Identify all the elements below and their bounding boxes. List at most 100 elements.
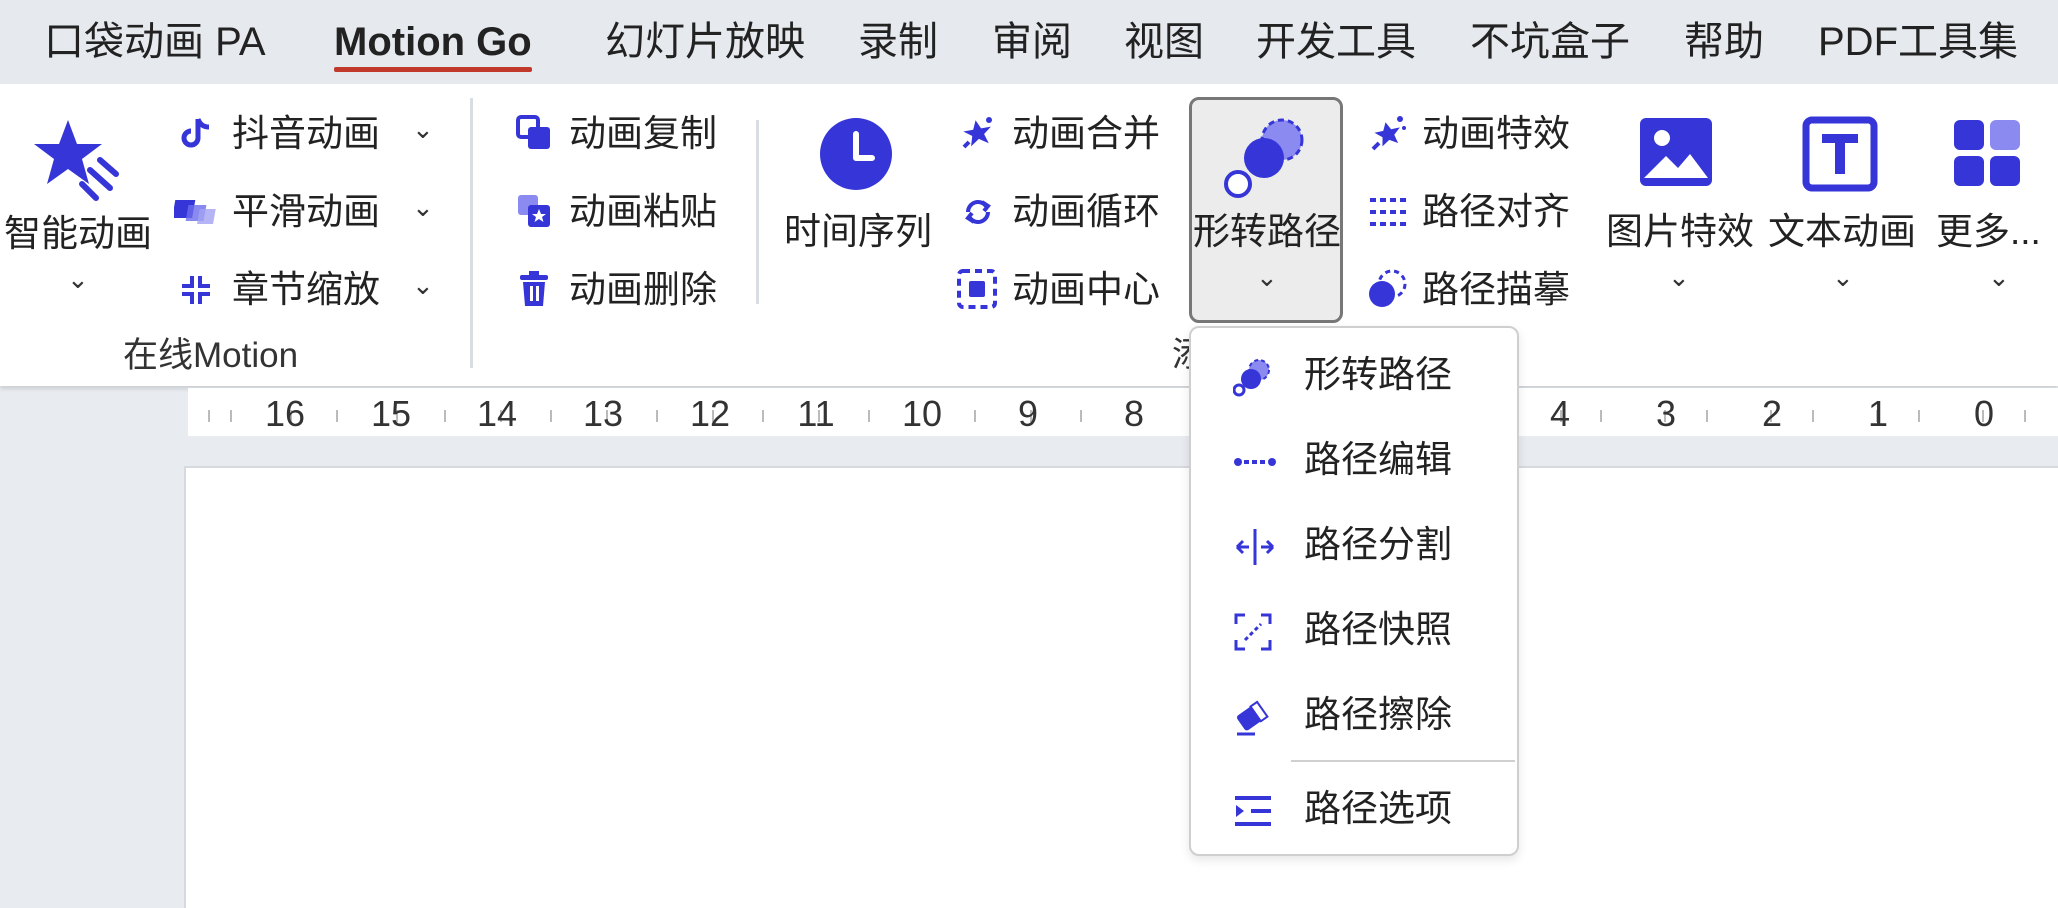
ruler-number: 8 [1123, 393, 1145, 434]
horizontal-ruler[interactable]: 16 15 14 13 12 11 10 9 8 4 3 2 1 0 [188, 388, 2058, 436]
menu-separator [1291, 760, 1515, 762]
chevron-down-icon: ⌄ [1256, 262, 1278, 292]
tab-view[interactable]: 视图 [1124, 16, 1204, 68]
menu-item-label: 路径分割 [1304, 524, 1452, 565]
center-target-icon [957, 269, 997, 309]
menu-item-label: 路径擦除 [1304, 694, 1452, 735]
zoom-corners-icon [182, 276, 210, 304]
tab-bukeng-box[interactable]: 不坑盒子 [1470, 16, 1630, 68]
menu-item-path-edit[interactable]: 路径编辑 [1191, 425, 1517, 495]
menu-item-path-snapshot[interactable]: 路径快照 [1191, 595, 1517, 665]
more-label: 更多... [1936, 211, 2041, 252]
ruler-number: 16 [264, 393, 306, 434]
chevron-down-icon[interactable]: ⌄ [412, 194, 434, 220]
chevron-down-icon: ⌄ [67, 264, 89, 294]
image-icon [1640, 118, 1712, 186]
ruler-number: 4 [1549, 393, 1571, 434]
path-trace-button[interactable]: 路径描摹 [1360, 262, 1580, 318]
anim-effects-button[interactable]: 动画特效 [1360, 106, 1580, 162]
menu-item-path-options[interactable]: 路径选项 [1191, 774, 1517, 844]
smart-animation-label: 智能动画 [4, 213, 152, 254]
loop-icon [965, 200, 991, 224]
morph-path-dropdown: 形转路径 路径编辑 路径分割 路径快照 路径擦除 路径选项 [1189, 326, 1519, 856]
trash-icon [520, 271, 548, 306]
ruler-number: 0 [1973, 393, 1995, 434]
effects-star-icon [1371, 116, 1406, 151]
timeline-label: 时间序列 [784, 211, 932, 252]
douyin-animation-label: 抖音动画 [232, 113, 380, 154]
morph-path-button[interactable]: 形转路径 ⌄ [1189, 97, 1343, 323]
path-align-label: 路径对齐 [1422, 191, 1570, 232]
path-align-button[interactable]: 路径对齐 [1360, 184, 1580, 240]
anim-center-button[interactable]: 动画中心 [950, 262, 1170, 318]
anim-paste-label: 动画粘贴 [569, 191, 717, 232]
menu-item-label: 形转路径 [1304, 354, 1452, 395]
menu-bar: 口袋动画 PA Motion Go 幻灯片放映 录制 审阅 视图 开发工具 不坑… [0, 0, 2058, 84]
anim-merge-button[interactable]: 动画合并 [950, 106, 1170, 162]
path-split-icon [1235, 529, 1275, 565]
anim-loop-button[interactable]: 动画循环 [950, 184, 1170, 240]
ruler-number: 1 [1867, 393, 1889, 434]
clock-icon [820, 118, 892, 190]
tab-motion-go[interactable]: Motion Go [334, 16, 532, 72]
smooth-animation-label: 平滑动画 [232, 191, 380, 232]
path-edit-icon [1234, 458, 1276, 466]
group-label-online-motion: 在线Motion [123, 336, 299, 375]
menu-item-label: 路径选项 [1304, 788, 1452, 829]
tab-pdf-tools[interactable]: PDF工具集 [1818, 16, 2018, 68]
group-separator [470, 98, 473, 368]
anim-copy-button[interactable]: 动画复制 [505, 106, 745, 162]
copy-icon [516, 115, 550, 149]
ruler-number: 14 [476, 393, 518, 434]
smooth-shapes-icon [174, 200, 216, 224]
ruler-number: 10 [901, 393, 943, 434]
menu-item-path-split[interactable]: 路径分割 [1191, 510, 1517, 580]
chevron-down-icon[interactable]: ⌄ [412, 116, 434, 142]
more-button[interactable]: 更多... ⌄ [1930, 100, 2058, 300]
trace-circles-icon [1369, 269, 1407, 307]
ruler-number: 3 [1655, 393, 1677, 434]
smooth-animation-button[interactable]: 平滑动画 ⌄ [170, 184, 450, 240]
star-sparkle-icon [34, 120, 119, 201]
path-snapshot-icon [1234, 613, 1272, 651]
image-effects-button[interactable]: 图片特效 ⌄ [1600, 100, 1754, 300]
merge-star-icon [962, 117, 992, 149]
ruler-number: 15 [370, 393, 412, 434]
chevron-down-icon: ⌄ [1832, 262, 1854, 292]
ruler-number: 11 [797, 393, 835, 434]
tab-pocket-animation[interactable]: 口袋动画 PA [44, 16, 266, 68]
menu-item-morph-path[interactable]: 形转路径 [1191, 340, 1517, 410]
anim-delete-button[interactable]: 动画删除 [505, 262, 745, 318]
ruler-number: 9 [1017, 393, 1039, 434]
anim-paste-button[interactable]: 动画粘贴 [505, 184, 745, 240]
smart-animation-button[interactable]: 智能动画 ⌄ [0, 100, 152, 300]
anim-copy-label: 动画复制 [569, 113, 717, 154]
text-animation-label: 文本动画 [1768, 211, 1916, 252]
timeline-button[interactable]: 时间序列 [780, 100, 940, 300]
eraser-icon [1236, 700, 1269, 736]
anim-merge-label: 动画合并 [1012, 113, 1160, 154]
align-dashes-icon [1370, 198, 1406, 226]
anim-effects-label: 动画特效 [1422, 113, 1570, 154]
tab-slideshow[interactable]: 幻灯片放映 [605, 16, 805, 68]
chapter-zoom-button[interactable]: 章节缩放 ⌄ [170, 262, 450, 318]
menu-item-label: 路径快照 [1304, 609, 1452, 650]
image-effects-label: 图片特效 [1606, 211, 1754, 252]
menu-item-path-erase[interactable]: 路径擦除 [1191, 680, 1517, 750]
douyin-animation-button[interactable]: 抖音动画 ⌄ [170, 106, 450, 162]
paste-star-icon [518, 195, 550, 227]
morph-path-icon [1233, 359, 1270, 397]
anim-loop-label: 动画循环 [1012, 191, 1160, 232]
chevron-down-icon: ⌄ [1988, 262, 2010, 292]
path-trace-label: 路径描摹 [1422, 269, 1570, 310]
tab-help[interactable]: 帮助 [1684, 16, 1764, 68]
tab-developer-tools[interactable]: 开发工具 [1256, 16, 1416, 68]
slide-canvas[interactable] [184, 466, 2058, 908]
morph-path-icon [1224, 118, 1304, 198]
tab-review[interactable]: 审阅 [992, 16, 1072, 68]
tab-record[interactable]: 录制 [858, 16, 938, 68]
chevron-down-icon[interactable]: ⌄ [412, 272, 434, 298]
group-separator [756, 120, 759, 304]
text-animation-button[interactable]: 文本动画 ⌄ [1764, 100, 1916, 300]
menu-item-label: 路径编辑 [1304, 439, 1452, 480]
